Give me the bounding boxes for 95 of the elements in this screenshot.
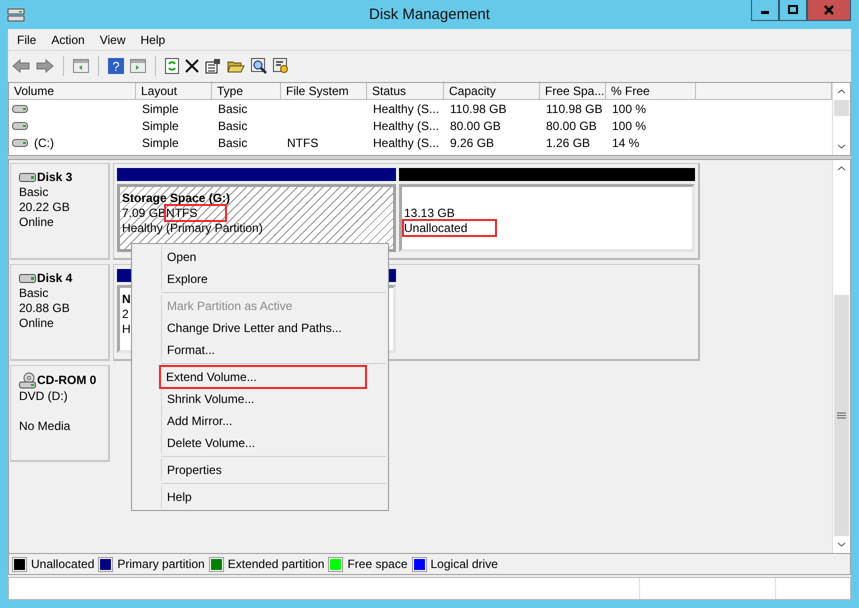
table-cell: 110.98 GB xyxy=(450,102,506,116)
menu-item[interactable]: Explore xyxy=(161,268,386,290)
drive-icon xyxy=(12,122,28,130)
legend-label: Unallocated xyxy=(31,557,94,571)
menu-item[interactable]: Open xyxy=(161,246,386,268)
menu-item[interactable]: Action xyxy=(51,32,85,46)
disk-name: Disk 4 xyxy=(37,271,72,286)
legend-label: Extended partition xyxy=(228,557,324,571)
table-cell: 80.00 GB xyxy=(546,118,597,132)
disk-info: No Media xyxy=(19,419,70,433)
table-cell: Simple xyxy=(142,136,179,150)
column-header[interactable]: Capacity xyxy=(444,83,540,100)
column-header[interactable]: File System xyxy=(281,83,367,100)
disk-info: Basic xyxy=(19,286,48,300)
table-cell: Basic xyxy=(218,102,248,116)
table-cell: 9.26 GB xyxy=(450,136,494,150)
drive-icon xyxy=(12,104,28,112)
magnifier-icon[interactable] xyxy=(251,58,267,74)
disk-info: DVD (D:) xyxy=(19,389,68,403)
scrollbar[interactable] xyxy=(832,160,850,553)
menu-item[interactable]: Change Drive Letter and Paths... xyxy=(161,317,386,339)
maximize-button[interactable] xyxy=(779,0,807,21)
close-button[interactable] xyxy=(807,0,851,21)
legend-label: Primary partition xyxy=(117,557,205,571)
refresh-icon[interactable] xyxy=(165,58,179,74)
menu-item[interactable]: View xyxy=(100,32,126,46)
table-cell: Basic xyxy=(218,136,248,150)
volume-status: Unallocated xyxy=(404,221,496,235)
column-header[interactable]: Layout xyxy=(136,83,212,100)
column-header[interactable]: Volume xyxy=(9,83,136,100)
legend-label: Free space xyxy=(347,557,408,571)
menu-item[interactable]: Extend Volume... xyxy=(160,366,366,388)
table-cell: Healthy (S... xyxy=(373,102,440,116)
legend-label: Logical drive xyxy=(430,557,498,571)
window-title: Disk Management xyxy=(368,6,491,23)
disk-info: Online xyxy=(19,316,54,330)
panel-icon[interactable] xyxy=(73,58,89,72)
maximize-icon xyxy=(787,5,799,15)
menu-item[interactable]: Help xyxy=(161,486,386,508)
menu-item[interactable]: Delete Volume... xyxy=(161,432,386,454)
menu-item[interactable]: Properties xyxy=(161,459,386,481)
disk-info: Basic xyxy=(19,185,48,199)
close-icon xyxy=(823,5,835,15)
table-cell: Simple xyxy=(142,118,179,132)
scrollbar[interactable] xyxy=(832,83,850,155)
disk-info: Online xyxy=(19,215,54,229)
grip-icon xyxy=(837,412,846,419)
column-header[interactable]: Free Spa... xyxy=(540,83,606,100)
disk-name: CD-ROM 0 xyxy=(37,373,96,388)
disk-info: 20.22 GB xyxy=(19,200,70,214)
drive-icon xyxy=(19,274,36,283)
table-cell: 100 % xyxy=(612,102,646,116)
table-cell: (C:) xyxy=(34,136,54,150)
properties-icon[interactable] xyxy=(205,58,221,74)
delete-icon[interactable] xyxy=(185,58,199,72)
table-cell: Healthy (S... xyxy=(373,136,440,150)
disk-info: 20.88 GB xyxy=(19,301,70,315)
folder-icon[interactable] xyxy=(227,58,245,72)
cd-drive-icon xyxy=(19,372,36,389)
drive-icon xyxy=(12,138,28,146)
table-cell: NTFS xyxy=(287,136,318,150)
help-icon[interactable]: ? xyxy=(108,58,124,74)
column-header[interactable]: Type xyxy=(212,83,281,100)
table-cell: 100 % xyxy=(612,118,646,132)
volume-status: Healthy (Primary Partition) xyxy=(122,221,263,235)
drive-icon xyxy=(19,173,36,182)
column-header[interactable]: Status xyxy=(367,83,444,100)
scroll-thumb[interactable] xyxy=(834,295,849,536)
file-system: NTFS xyxy=(166,206,226,220)
menu-item[interactable]: Format... xyxy=(161,339,386,361)
table-cell: Basic xyxy=(218,118,248,132)
volume-name: Storage Space (G:) xyxy=(122,191,230,205)
table-cell: 1.26 GB xyxy=(546,136,590,150)
volume-size: 2 xyxy=(122,307,129,321)
minimize-button[interactable] xyxy=(751,0,779,21)
back-arrow-icon[interactable] xyxy=(12,58,30,72)
table-cell: 110.98 GB xyxy=(546,102,602,116)
menu-item[interactable]: File xyxy=(17,32,36,46)
disk-icon xyxy=(7,7,25,23)
table-cell: 80.00 GB xyxy=(450,118,501,132)
menu-item[interactable]: Add Mirror... xyxy=(161,410,386,432)
forward-arrow-icon[interactable] xyxy=(36,58,54,72)
volume-status: H xyxy=(122,322,131,336)
volume-name: N xyxy=(122,292,131,306)
disk-name: Disk 3 xyxy=(37,170,72,185)
menu-item[interactable]: Shrink Volume... xyxy=(161,388,386,410)
menu-item[interactable]: Help xyxy=(140,32,166,46)
panel-icon[interactable] xyxy=(130,58,146,72)
scroll-thumb[interactable] xyxy=(834,100,849,116)
settings-icon[interactable] xyxy=(273,58,289,74)
column-header[interactable]: % Free xyxy=(606,83,696,100)
table-cell: 14 % xyxy=(612,136,640,150)
table-cell: Simple xyxy=(142,102,179,116)
table-cell: Healthy (S... xyxy=(373,118,440,132)
volume-size: 13.13 GB xyxy=(404,206,455,220)
